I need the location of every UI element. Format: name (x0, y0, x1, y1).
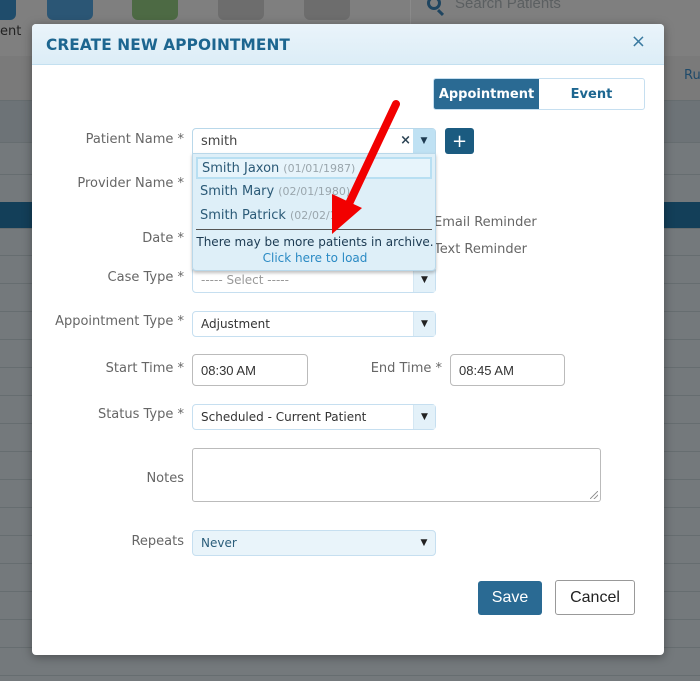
patient-suggestion-name: Smith Jaxon (202, 160, 280, 176)
start-time-value: 08:30 AM (201, 362, 256, 378)
appointment-type-select[interactable]: Adjustment ▼ (192, 311, 436, 337)
patient-suggestion-dob: (02/01/1980) (278, 184, 351, 198)
clear-icon[interactable]: × (400, 133, 411, 148)
modal-title: CREATE NEW APPOINTMENT (46, 35, 290, 54)
patient-suggestion-name: Smith Mary (200, 183, 275, 199)
edit-note-app-icon[interactable] (47, 0, 93, 20)
status-type-select[interactable]: Scheduled - Current Patient ▼ (192, 404, 436, 430)
mode-toggle: Appointment Event (433, 78, 645, 110)
load-archive-link[interactable]: Click here to load (193, 251, 437, 265)
resize-grip-icon[interactable] (590, 491, 598, 499)
chevron-down-icon: ▼ (420, 538, 428, 548)
chevron-down-icon[interactable]: ▼ (413, 129, 435, 153)
health-app-icon[interactable] (132, 0, 178, 20)
patient-name-value: smith (201, 133, 238, 149)
dropdown-divider (196, 229, 432, 230)
case-type-placeholder: ----- Select ----- (201, 273, 289, 287)
patient-suggestions-dropdown: Smith Jaxon (01/01/1987) Smith Mary (02/… (192, 153, 436, 271)
chevron-down-icon: ▼ (413, 405, 435, 429)
close-icon[interactable]: × (631, 32, 646, 52)
plus-icon: + (451, 130, 468, 152)
tab-event[interactable]: Event (539, 79, 644, 109)
archive-message: There may be more patients in archive. (196, 235, 434, 249)
end-time-input[interactable]: 08:45 AM (450, 354, 565, 386)
patient-suggestion-dob: (01/01/1987) (283, 161, 356, 175)
provider-name-label: Provider Name * (77, 176, 184, 191)
notes-label: Notes (146, 471, 184, 486)
start-time-label: Start Time * (105, 361, 184, 376)
create-appointment-modal: CREATE NEW APPOINTMENT × Appointment Eve… (32, 24, 664, 655)
status-type-label: Status Type * (97, 407, 184, 422)
patient-suggestion-dob: (02/02/19 (289, 208, 344, 222)
repeats-select[interactable]: Never ▼ (192, 530, 436, 556)
tab-appointment[interactable]: Appointment (434, 79, 539, 109)
notes-textarea[interactable] (192, 448, 601, 502)
patient-suggestion[interactable]: Smith Patrick (02/02/19 (196, 204, 432, 226)
save-button[interactable]: Save (478, 581, 542, 615)
search-icon (427, 0, 441, 10)
cancel-button[interactable]: Cancel (555, 580, 635, 615)
modal-header: CREATE NEW APPOINTMENT × (32, 24, 664, 65)
date-label: Date * (142, 231, 184, 246)
case-type-label: Case Type * (107, 270, 184, 285)
chevron-down-icon: ▼ (413, 268, 435, 292)
patient-suggestion-name: Smith Patrick (200, 207, 286, 223)
end-time-label: End Time * (370, 361, 442, 376)
status-type-value: Scheduled - Current Patient (201, 410, 367, 424)
patient-name-label: Patient Name * (85, 132, 184, 147)
add-patient-button[interactable]: + (445, 128, 474, 154)
patient-suggestion[interactable]: Smith Mary (02/01/1980) (196, 180, 432, 202)
repeats-label: Repeats (131, 534, 184, 549)
appointment-app-icon[interactable] (0, 0, 16, 20)
appointment-type-value: Adjustment (201, 317, 270, 331)
appointment-type-label: Appointment Type * (55, 314, 184, 329)
chevron-down-icon: ▼ (413, 312, 435, 336)
app-label-partial: ent (0, 24, 22, 39)
email-reminder-label[interactable]: Email Reminder (434, 215, 537, 230)
text-reminder-label[interactable]: Text Reminder (434, 242, 527, 257)
refresh-target-app-icon[interactable] (304, 0, 350, 20)
patient-suggestion[interactable]: Smith Jaxon (01/01/1987) (196, 157, 432, 179)
patient-search[interactable]: Search Patients (410, 0, 700, 26)
search-placeholder: Search Patients (455, 0, 561, 12)
background-link-partial[interactable]: Ru (684, 68, 700, 83)
repeats-value: Never (201, 536, 237, 550)
end-time-value: 08:45 AM (459, 362, 514, 378)
start-time-input[interactable]: 08:30 AM (192, 354, 308, 386)
patient-name-input[interactable]: smith × ▼ (192, 128, 436, 154)
globe-app-icon[interactable] (218, 0, 264, 20)
